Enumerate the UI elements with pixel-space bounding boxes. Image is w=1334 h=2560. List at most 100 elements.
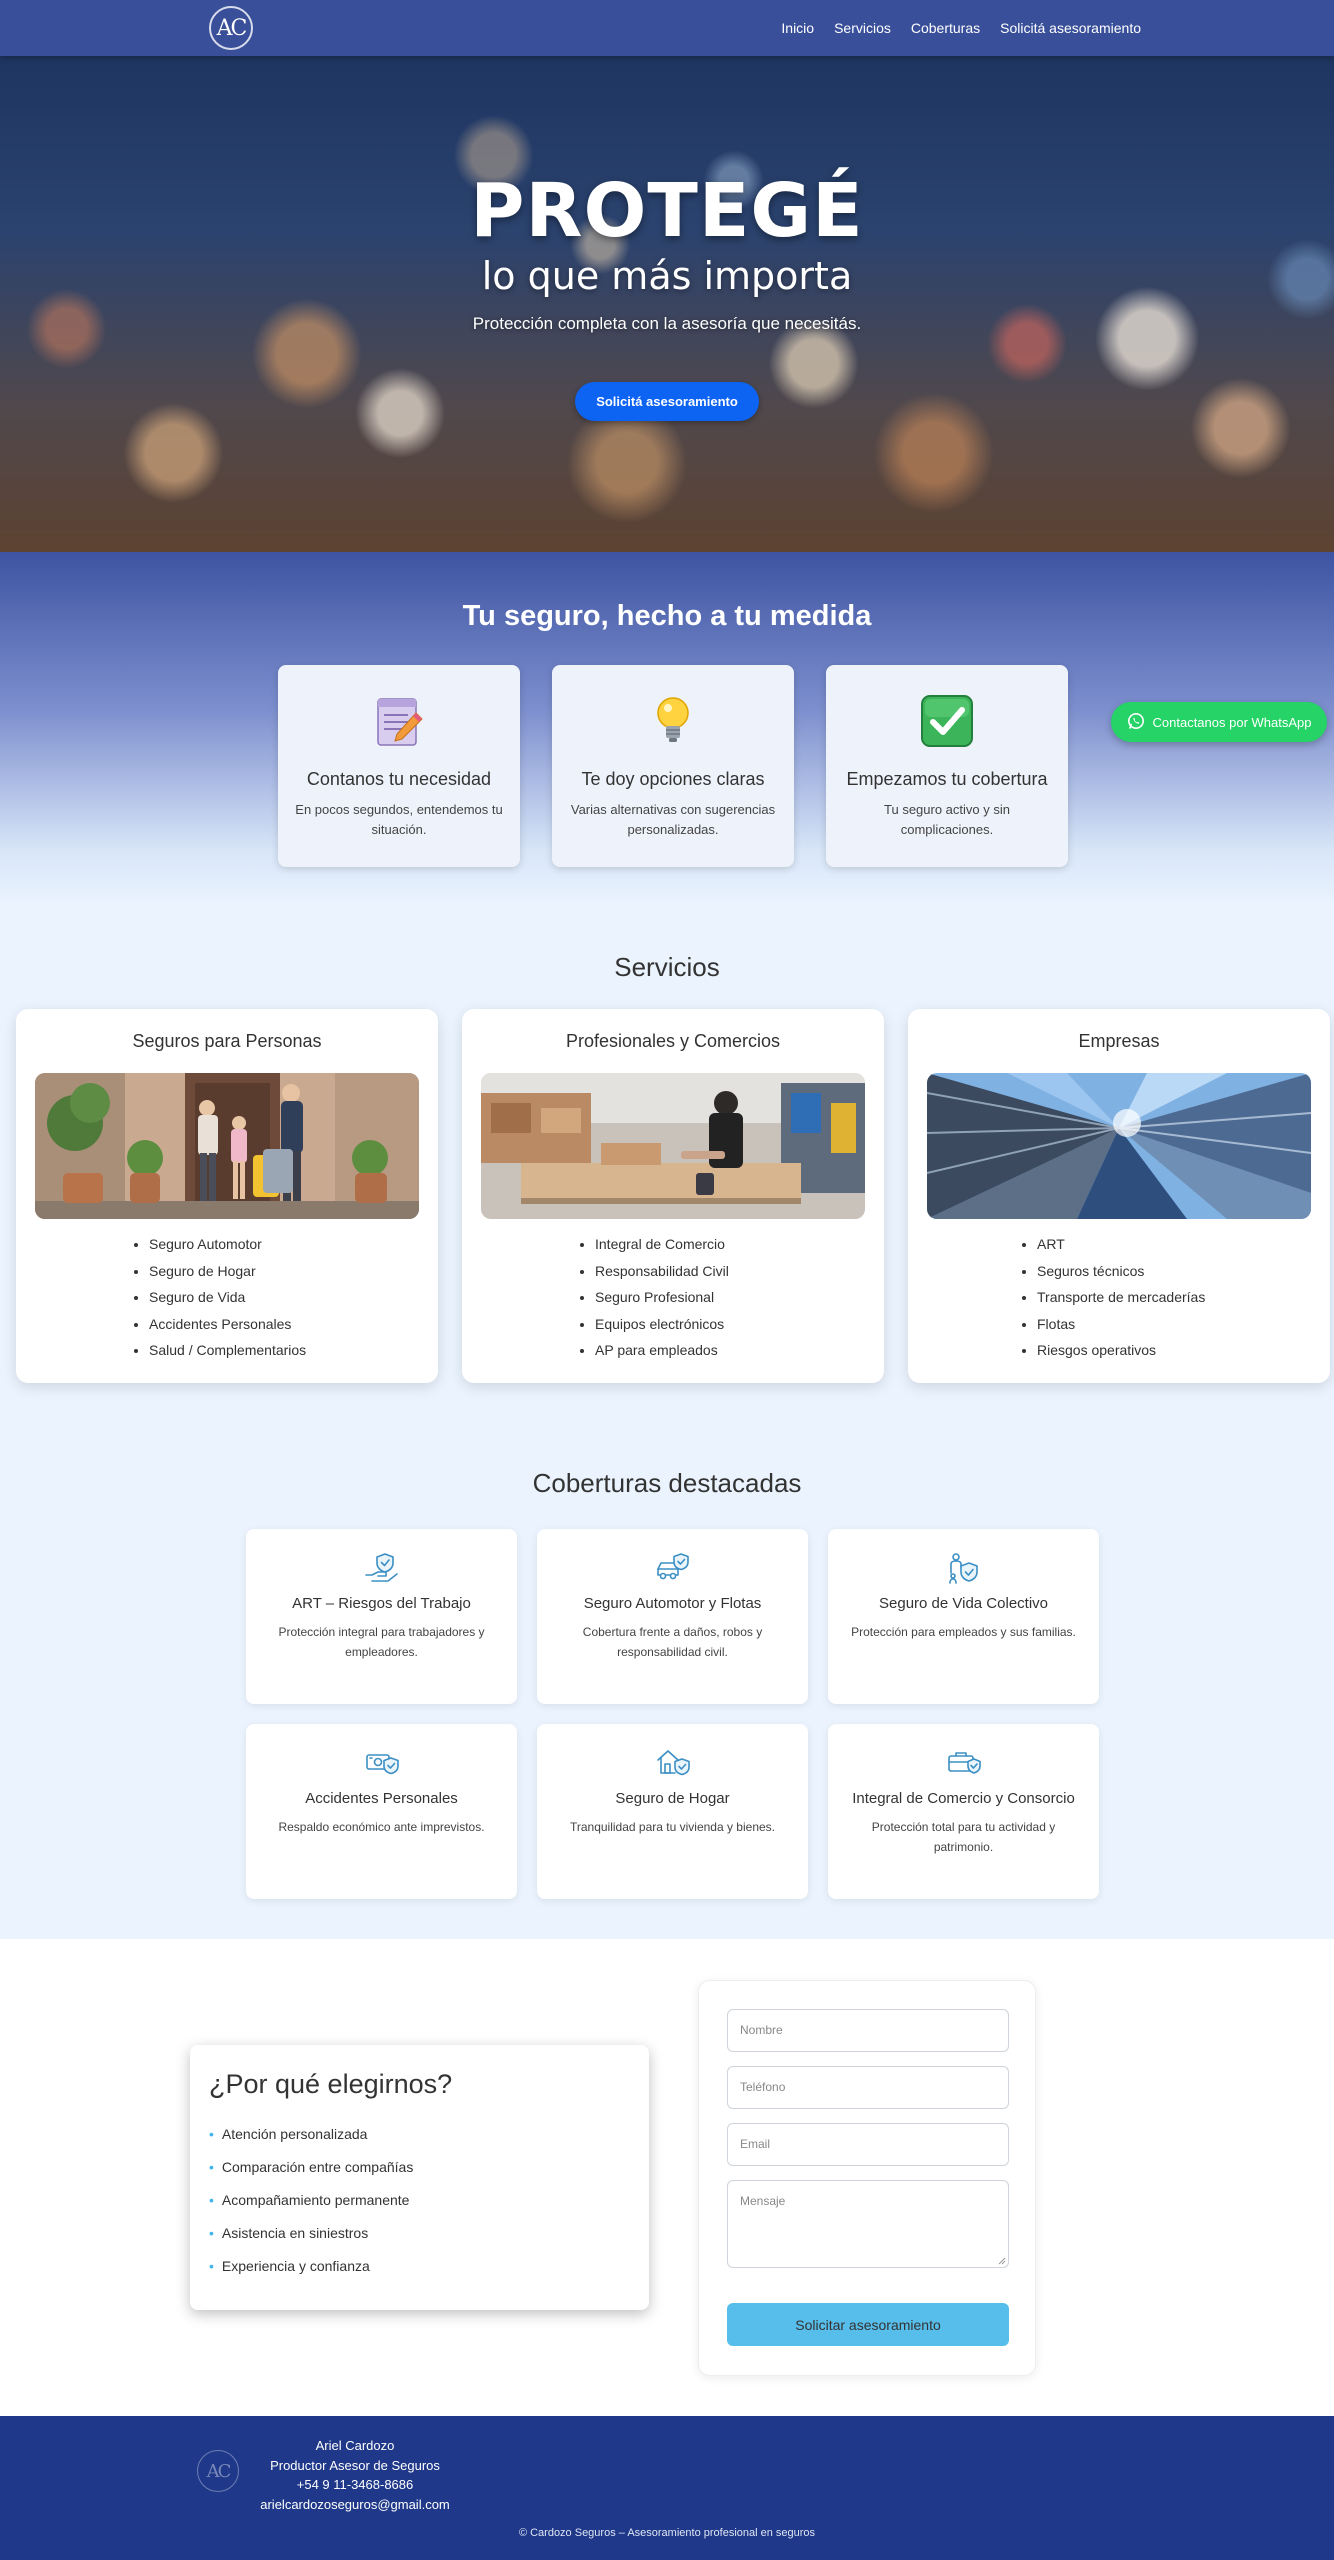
- service-list: Seguro Automotor Seguro de Hogar Seguro …: [149, 1231, 306, 1364]
- footer: AC Ariel Cardozo Productor Asesor de Seg…: [0, 2416, 1334, 2560]
- list-item: Comparación entre compañías: [209, 2151, 649, 2184]
- money-shield-icon: [364, 1746, 400, 1780]
- list-item: Accidentes Personales: [149, 1311, 306, 1338]
- coverage-text: Respaldo económico ante imprevistos.: [278, 1820, 485, 1834]
- service-card: Seguros para Personas Seguro Automoto: [16, 1009, 438, 1383]
- service-card: Profesionales y Comercios Integral de Co…: [462, 1009, 884, 1383]
- footer-phone: +54 9 11-3468-8686: [296, 2477, 414, 2492]
- coverage-title: ART – Riesgos del Trabajo: [292, 1595, 471, 1612]
- family-photo: [35, 1073, 419, 1219]
- list-item: Transporte de mercaderías: [1037, 1284, 1205, 1311]
- step-card: Te doy opciones claras Varias alternativ…: [552, 665, 794, 867]
- footer-email[interactable]: arielcardozoseguros@gmail.com: [255, 2495, 455, 2515]
- step-title: Te doy opciones claras: [581, 769, 765, 789]
- step-card: Empezamos tu cobertura Tu seguro activo …: [826, 665, 1068, 867]
- list-item: Responsabilidad Civil: [595, 1258, 729, 1285]
- coverage-card: Seguro de Vida Colectivo Protección para…: [828, 1529, 1099, 1704]
- message-field[interactable]: Mensaje: [727, 2180, 1009, 2268]
- phone-field[interactable]: Teléfono: [727, 2066, 1009, 2109]
- contact-form: Nombre Teléfono Email Mensaje Solicitar …: [698, 1980, 1036, 2376]
- nav-link-inicio[interactable]: Inicio: [781, 20, 814, 36]
- briefcase-shield-icon: [946, 1746, 982, 1780]
- coverage-card: Integral de Comercio y Consorcio Protecc…: [828, 1724, 1099, 1899]
- check-mark-icon: [919, 693, 975, 749]
- navbar: AC Inicio Servicios Coberturas Solicitá …: [0, 0, 1334, 56]
- coverage-card: Seguro de Hogar Tranquilidad para tu viv…: [537, 1724, 808, 1899]
- coverage-card: ART – Riesgos del Trabajo Protección int…: [246, 1529, 517, 1704]
- why-us-list: Atención personalizada Comparación entre…: [209, 2118, 649, 2283]
- why-us-card: ¿Por qué elegirnos? Atención personaliza…: [190, 2045, 649, 2310]
- email-field[interactable]: Email: [727, 2123, 1009, 2166]
- service-card-title: Profesionales y Comercios: [565, 1031, 781, 1051]
- list-item: AP para empleados: [595, 1337, 729, 1364]
- message-placeholder: Mensaje: [740, 2194, 786, 2208]
- whatsapp-button[interactable]: Contactanos por WhatsApp: [1111, 702, 1327, 742]
- nav-links: Inicio Servicios Coberturas Solicitá ase…: [781, 0, 1141, 56]
- services-title: Servicios: [614, 952, 720, 982]
- hero-section: PROTEGÉ lo que más importa Protección co…: [0, 56, 1334, 552]
- hand-shield-icon: [364, 1551, 400, 1585]
- step-card: Contanos tu necesidad En pocos segundos,…: [278, 665, 520, 867]
- list-item: Acompañamiento permanente: [209, 2184, 649, 2217]
- step-text: En pocos segundos, entendemos tu situaci…: [295, 802, 503, 837]
- coverage-title: Seguro de Hogar: [615, 1790, 730, 1807]
- logo[interactable]: AC: [209, 6, 253, 50]
- list-item: Flotas: [1037, 1311, 1205, 1338]
- house-shield-icon: [655, 1746, 691, 1780]
- nav-link-servicios[interactable]: Servicios: [834, 20, 891, 36]
- whatsapp-label: Contactanos por WhatsApp: [1152, 714, 1312, 730]
- list-item: Atención personalizada: [209, 2118, 649, 2151]
- name-field[interactable]: Nombre: [727, 2009, 1009, 2052]
- resize-handle-icon[interactable]: [998, 2257, 1006, 2265]
- service-card-title: Empresas: [1078, 1031, 1160, 1051]
- footer-name: Ariel Cardozo: [315, 2438, 395, 2453]
- step-text: Tu seguro activo y sin complicaciones.: [884, 802, 1010, 837]
- footer-contact-info: Ariel Cardozo Productor Asesor de Seguro…: [255, 2436, 455, 2514]
- lightbulb-icon: [645, 693, 701, 749]
- list-item: Seguro Profesional: [595, 1284, 729, 1311]
- list-item: Equipos electrónicos: [595, 1311, 729, 1338]
- coverages-title: Coberturas destacadas: [532, 1468, 802, 1498]
- whatsapp-icon: [1127, 712, 1145, 733]
- step-title: Empezamos tu cobertura: [846, 769, 1048, 789]
- list-item: Integral de Comercio: [595, 1231, 729, 1258]
- list-item: Salud / Complementarios: [149, 1337, 306, 1364]
- nav-link-solicita[interactable]: Solicitá asesoramiento: [1000, 20, 1141, 36]
- nav-link-coberturas[interactable]: Coberturas: [911, 20, 980, 36]
- list-item: Seguros técnicos: [1037, 1258, 1205, 1285]
- hero-tagline: Protección completa con la asesoría que …: [472, 314, 862, 333]
- skyscrapers-photo: [927, 1073, 1311, 1219]
- coverage-title: Seguro Automotor y Flotas: [583, 1595, 762, 1612]
- footer-role: Productor Asesor de Seguros: [270, 2457, 440, 2473]
- list-item: Seguro de Vida: [149, 1284, 306, 1311]
- footer-logo: AC: [197, 2450, 239, 2492]
- hero-title: PROTEGÉ: [470, 168, 864, 254]
- step-text: Varias alternativas con sugerencias pers…: [570, 802, 776, 837]
- service-card: Empresas ART Seguros técnicos Transporte…: [908, 1009, 1330, 1383]
- service-card-title: Seguros para Personas: [132, 1031, 322, 1051]
- coverage-text: Cobertura frente a daños, robos y respon…: [582, 1625, 763, 1659]
- hero-subtitle: lo que más importa: [481, 254, 853, 298]
- coverage-card: Seguro Automotor y Flotas Cobertura fren…: [537, 1529, 808, 1704]
- car-shield-icon: [655, 1551, 691, 1585]
- service-list: Integral de Comercio Responsabilidad Civ…: [595, 1231, 729, 1364]
- coverage-title: Integral de Comercio y Consorcio: [852, 1790, 1075, 1807]
- coverage-text: Protección para empleados y sus familias…: [851, 1625, 1076, 1639]
- list-item: Riesgos operativos: [1037, 1337, 1205, 1364]
- submit-button[interactable]: Solicitar asesoramiento: [727, 2303, 1009, 2346]
- list-item: Seguro Automotor: [149, 1231, 306, 1258]
- why-us-title: ¿Por qué elegirnos?: [209, 2069, 453, 2099]
- steps-title: Tu seguro, hecho a tu medida: [462, 600, 872, 632]
- list-item: Asistencia en siniestros: [209, 2217, 649, 2250]
- step-title: Contanos tu necesidad: [306, 769, 492, 789]
- hero-cta-button[interactable]: Solicitá asesoramiento: [575, 382, 759, 421]
- workshop-photo: [481, 1073, 865, 1219]
- list-item: Experiencia y confianza: [209, 2250, 649, 2283]
- list-item: Seguro de Hogar: [149, 1258, 306, 1285]
- coverage-text: Protección total para tu actividad y pat…: [871, 1820, 1056, 1854]
- coverage-text: Tranquilidad para tu vivienda y bienes.: [569, 1820, 775, 1834]
- people-shield-icon: [946, 1551, 982, 1585]
- coverage-card: Accidentes Personales Respaldo económico…: [246, 1724, 517, 1899]
- footer-copyright: © Cardozo Seguros – Asesoramiento profes…: [518, 2527, 816, 2539]
- memo-icon: [371, 693, 427, 749]
